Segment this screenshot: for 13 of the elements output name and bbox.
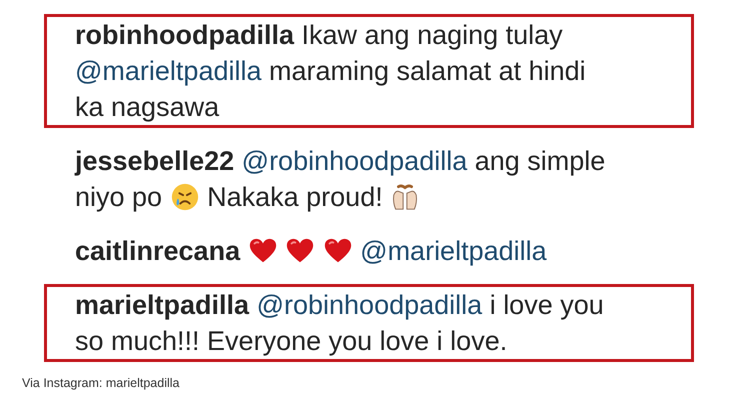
mention-link[interactable]: @robinhoodpadilla bbox=[256, 290, 482, 320]
username-link[interactable]: caitlinrecana bbox=[75, 236, 240, 266]
username-link[interactable]: marieltpadilla bbox=[75, 290, 250, 320]
username-link[interactable]: jessebelle22 bbox=[75, 146, 234, 176]
mention-link[interactable]: @marieltpadilla bbox=[75, 56, 262, 86]
comment-text: robinhoodpadilla Ikaw ang naging tulay @marieltpadilla maraming salamat at hindi ka nagsawa bbox=[75, 19, 587, 124]
sad-face-icon bbox=[170, 182, 200, 212]
mention-link[interactable]: @robinhoodpadilla bbox=[242, 146, 468, 176]
mention-link[interactable]: @marieltpadilla bbox=[360, 236, 547, 266]
comment-text: marieltpadilla @robinhoodpadilla i love you so much!!! Everyone you love i love. bbox=[75, 289, 605, 358]
image-caption: Via Instagram: marieltpadilla bbox=[22, 376, 180, 390]
comment-text: jessebelle22 @robinhoodpadilla ang simple niyo po Nakaka proud! bbox=[75, 145, 606, 214]
username-link[interactable]: robinhoodpadilla bbox=[75, 20, 294, 50]
